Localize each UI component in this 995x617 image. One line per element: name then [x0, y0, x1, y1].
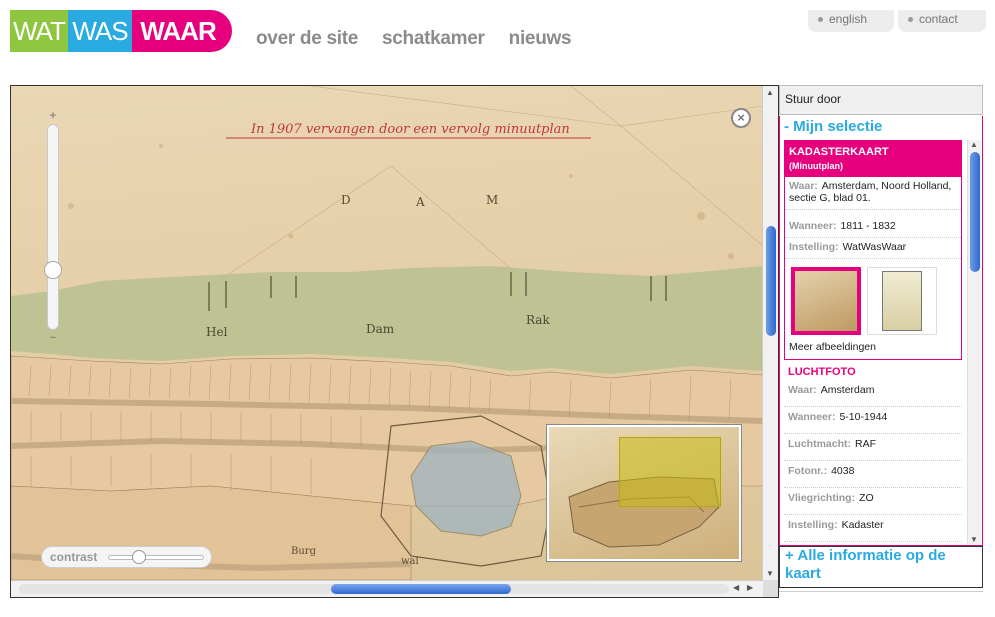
instelling-value: WatWasWaar: [842, 241, 907, 253]
contrast-control: contrast: [41, 546, 212, 568]
vliegrichting-label: Vliegrichting:: [788, 492, 856, 504]
wanneer-label: Wanneer:: [789, 220, 837, 232]
overview-map[interactable]: [546, 424, 742, 562]
instelling-label: Instelling:: [788, 519, 838, 531]
map-label-d: D: [341, 193, 351, 207]
fotonr-label: Fotonr.:: [788, 465, 828, 477]
waar-row: Waar: Amsterdam, Noord Holland, sectie G,…: [785, 177, 961, 210]
zoom-out-button[interactable]: −: [45, 332, 61, 344]
zoom-control: + −: [44, 110, 62, 346]
selection-list: KADASTERKAART (Minuutplan) Waar: Amsterda…: [784, 140, 966, 544]
waar-label: Waar:: [789, 180, 818, 192]
map-label-dam: Dam: [366, 322, 395, 336]
main-nav: over de site schatkamer nieuws: [256, 28, 572, 50]
wanneer-value: 1811 - 1832: [840, 220, 896, 232]
card-title: KADASTERKAART: [789, 146, 889, 158]
zoom-slider-handle[interactable]: [44, 261, 62, 279]
sidebar-scroll-thumb[interactable]: [970, 152, 980, 272]
thumbnail-map[interactable]: [791, 267, 861, 335]
map-horizontal-scroll-thumb[interactable]: [331, 584, 511, 594]
scroll-up-icon[interactable]: ▲: [970, 140, 978, 149]
card-header: KADASTERKAART (Minuutplan): [785, 141, 961, 177]
map-horizontal-scrollbar[interactable]: ◀ ▶: [11, 580, 763, 597]
instelling-row: Instelling: Kadaster: [784, 515, 962, 542]
luchtmacht-label: Luchtmacht:: [788, 438, 851, 450]
logo-part-was: WAS: [68, 10, 132, 52]
contrast-slider-handle[interactable]: [132, 550, 146, 564]
scroll-left-icon[interactable]: ◀: [733, 583, 739, 592]
map-label-burg: Burg: [291, 546, 317, 557]
luchtmacht-row: Luchtmacht: RAF: [784, 434, 962, 461]
map-vertical-scrollbar[interactable]: ▲ ▼: [762, 86, 778, 580]
nav-nieuws[interactable]: nieuws: [509, 28, 572, 50]
wanneer-row: Wanneer: 1811 - 1832: [785, 210, 961, 238]
wanneer-row: Wanneer: 5-10-1944: [784, 407, 962, 434]
contrast-slider-track[interactable]: [108, 555, 204, 560]
zoom-slider-track[interactable]: [47, 124, 59, 330]
map-label-a: A: [415, 195, 425, 209]
logo-part-wat: WAT: [10, 10, 68, 52]
wanneer-label: Wanneer:: [788, 411, 836, 423]
meer-afbeeldingen-link[interactable]: Meer afbeeldingen: [785, 337, 961, 359]
nav-over-de-site[interactable]: over de site: [256, 28, 358, 50]
kadasterkaart-card[interactable]: KADASTERKAART (Minuutplan) Waar: Amsterda…: [784, 140, 962, 360]
instelling-value: Kadaster: [841, 519, 884, 531]
contact-link[interactable]: contact: [898, 10, 986, 32]
english-link[interactable]: english: [808, 10, 894, 32]
contact-label: contact: [919, 12, 958, 26]
nav-schatkamer[interactable]: schatkamer: [382, 28, 485, 50]
logo-part-waar: WAAR: [132, 10, 232, 52]
info-sidebar: Stuur door - Mijn selectie KADASTERKAART…: [779, 85, 983, 598]
map-label-m: M: [486, 193, 498, 207]
wanneer-value: 5-10-1944: [839, 411, 888, 423]
image-thumbnails: [785, 259, 961, 337]
stuur-door-label: Stuur door: [785, 92, 842, 106]
map-vertical-scroll-thumb[interactable]: [766, 226, 776, 336]
sidebar-scrollbar[interactable]: ▲ ▼: [967, 140, 981, 544]
divider: [779, 591, 983, 592]
top-links: english contact: [808, 10, 986, 32]
selection-panel: - Mijn selectie KADASTERKAART (Minuutpla…: [779, 116, 983, 546]
overview-viewport-box[interactable]: [619, 437, 721, 507]
map-label-wal: wal: [401, 556, 419, 567]
english-label: english: [829, 12, 868, 26]
card-title: LUCHTFOTO: [788, 366, 856, 378]
waar-label: Waar:: [788, 384, 817, 396]
fotonr-row: Fotonr.: 4038: [784, 461, 962, 488]
luchtmacht-value: RAF: [855, 438, 876, 450]
vliegrichting-value: ZO: [859, 492, 874, 504]
bullet-icon: [818, 17, 823, 23]
close-icon[interactable]: ×: [731, 108, 751, 128]
thumbnail-document[interactable]: [867, 267, 937, 335]
luchtfoto-card[interactable]: LUCHTFOTO Waar: Amsterdam Wanneer: 5-10-19…: [784, 360, 962, 542]
scroll-down-icon[interactable]: ▼: [766, 569, 774, 578]
scroll-down-icon[interactable]: ▼: [970, 535, 978, 544]
map-annotation: In 1907 vervangen door een vervolg minuu…: [250, 122, 570, 137]
zoom-in-button[interactable]: +: [45, 110, 61, 122]
logo[interactable]: WAT WAS WAAR: [10, 10, 232, 52]
map-viewer: In 1907 vervangen door een vervolg minuu…: [10, 85, 779, 598]
historic-map[interactable]: In 1907 vervangen door een vervolg minuu…: [11, 86, 763, 580]
instelling-row: Instelling: WatWasWaar: [785, 238, 961, 259]
waar-row: Waar: Amsterdam: [784, 380, 962, 407]
mijn-selectie-toggle[interactable]: - Mijn selectie: [784, 118, 882, 135]
stuur-door-bar[interactable]: Stuur door: [779, 85, 983, 115]
waar-value: Amsterdam: [820, 384, 875, 396]
map-label-hel: Hel: [206, 325, 228, 339]
alle-informatie-toggle[interactable]: + Alle informatie op de kaart: [779, 546, 983, 588]
scroll-right-icon[interactable]: ▶: [747, 583, 753, 592]
scroll-up-icon[interactable]: ▲: [766, 88, 774, 97]
vliegrichting-row: Vliegrichting: ZO: [784, 488, 962, 515]
bullet-icon: [908, 17, 913, 23]
card-subtitle: (Minuutplan): [789, 161, 843, 171]
instelling-label: Instelling:: [789, 241, 839, 253]
fotonr-value: 4038: [831, 465, 855, 477]
map-label-rak: Rak: [526, 313, 550, 327]
contrast-label: contrast: [50, 550, 98, 564]
